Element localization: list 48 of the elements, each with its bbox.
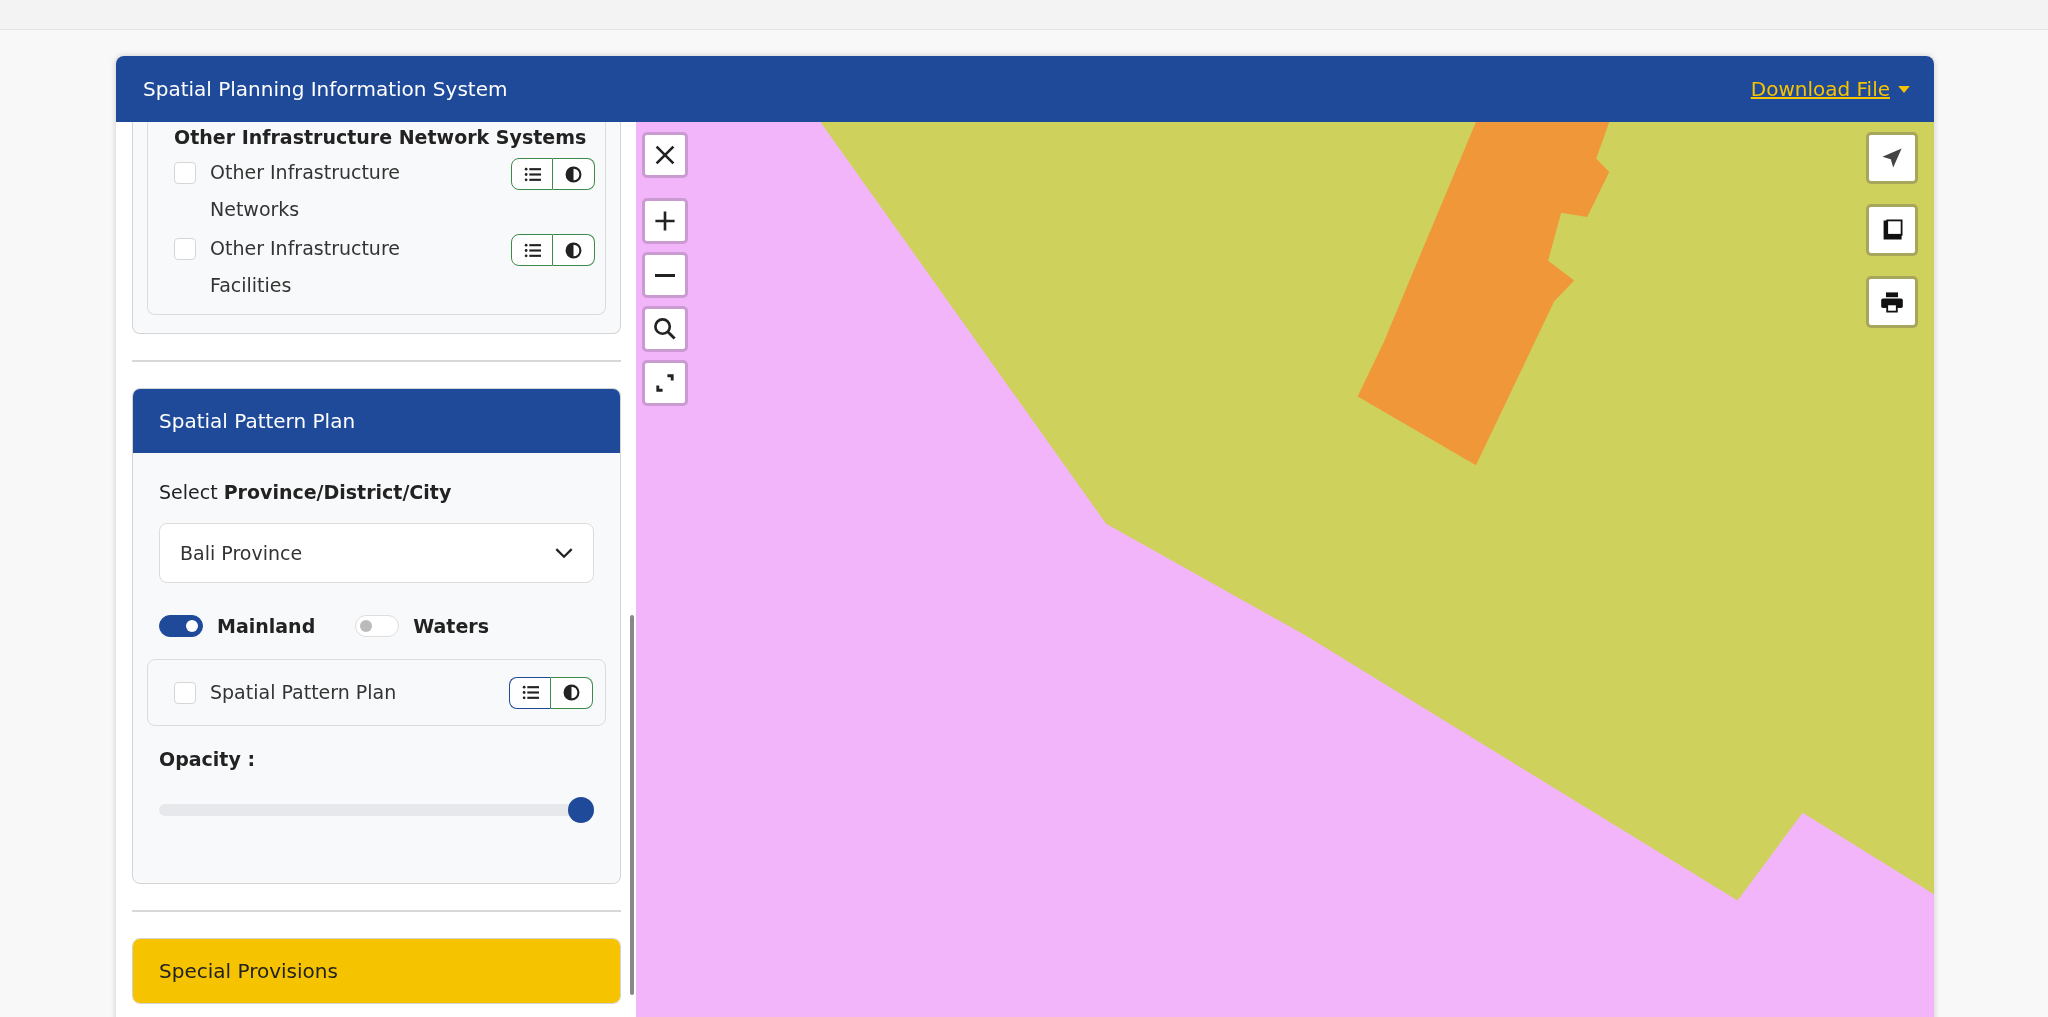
list-icon	[523, 241, 541, 259]
caret-icon	[1898, 85, 1910, 93]
close-button[interactable]	[642, 132, 688, 178]
measure-button[interactable]	[1866, 204, 1918, 256]
select-label: Select Province/District/City	[159, 481, 453, 503]
contrast-icon	[565, 241, 582, 259]
opacity-button[interactable]	[553, 158, 595, 190]
layer-label: Spatial Pattern Plan	[210, 680, 398, 705]
expand-icon	[653, 371, 677, 395]
print-button[interactable]	[1866, 276, 1918, 328]
plus-icon	[653, 209, 677, 233]
toggle-switch[interactable]	[159, 615, 203, 637]
scrollbar[interactable]	[630, 615, 634, 995]
toggle-label: Mainland	[217, 615, 316, 637]
group-heading: Other Infrastructure Network Systems	[174, 125, 588, 150]
zoom-out-button[interactable]	[642, 252, 688, 298]
opacity-label: Opacity :	[159, 748, 257, 770]
opacity-slider[interactable]	[159, 797, 594, 823]
printer-icon	[1880, 290, 1904, 314]
toggle-label: Waters	[413, 615, 489, 637]
province-select[interactable]: Bali Province	[159, 523, 594, 583]
panel-title: Special Provisions	[159, 959, 338, 983]
close-icon	[653, 143, 677, 167]
opacity-button[interactable]	[553, 234, 595, 266]
layer-label: Other Infrastructure Facilities	[210, 236, 401, 298]
list-icon	[521, 684, 539, 701]
layer-checkbox[interactable]	[174, 238, 196, 260]
fullscreen-button[interactable]	[642, 360, 688, 406]
minus-icon	[655, 273, 675, 277]
search-icon	[653, 317, 677, 341]
opacity-button[interactable]	[551, 676, 593, 709]
zoom-in-button[interactable]	[642, 198, 688, 244]
legend-button[interactable]	[509, 676, 551, 709]
search-button[interactable]	[642, 306, 688, 352]
window-title: Spatial Planning Information System	[143, 77, 508, 101]
legend-button[interactable]	[511, 158, 553, 190]
list-icon	[523, 165, 541, 183]
panel-title: Spatial Pattern Plan	[159, 409, 356, 433]
chevron-down-icon	[555, 547, 573, 559]
arrow-pointer-icon	[1880, 146, 1904, 170]
layer-checkbox[interactable]	[174, 681, 196, 704]
layer-checkbox[interactable]	[174, 162, 196, 184]
locate-button[interactable]	[1866, 132, 1918, 184]
contrast-icon	[565, 165, 582, 183]
contrast-icon	[563, 684, 580, 701]
download-file-link[interactable]: Download File	[1750, 77, 1910, 101]
legend-button[interactable]	[511, 234, 553, 266]
layer-label: Other Infrastructure Networks	[210, 160, 401, 222]
